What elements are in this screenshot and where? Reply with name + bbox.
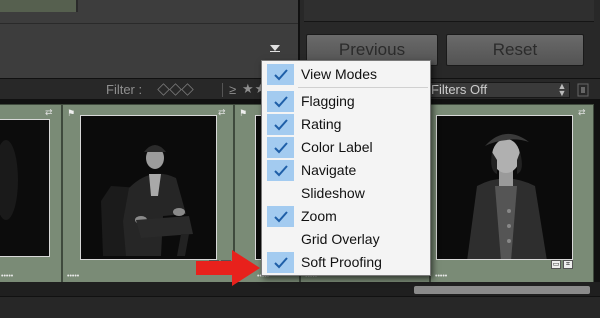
menu-item-label: Color Label <box>301 139 373 155</box>
menu-item-grid-overlay[interactable]: Grid Overlay <box>262 228 430 250</box>
flag-filter-icon[interactable] <box>157 83 170 96</box>
bottom-bar <box>0 296 600 318</box>
unflagged-filter-icon[interactable] <box>169 83 182 96</box>
checkmark-icon <box>267 114 294 135</box>
scrollbar-thumb[interactable] <box>414 286 590 294</box>
rejected-filter-icon[interactable] <box>181 83 194 96</box>
menu-item-label: Slideshow <box>301 185 365 201</box>
divider <box>0 23 298 24</box>
checkmark-icon <box>267 160 294 181</box>
photo-thumbnail[interactable] <box>80 115 217 260</box>
menu-item-label: Grid Overlay <box>301 231 380 247</box>
flag-filter-group[interactable] <box>157 82 194 97</box>
menu-item-soft-proofing[interactable]: Soft Proofing <box>262 251 430 273</box>
badge-group: ▭ ⌗ <box>551 260 573 269</box>
toolbar-area <box>0 0 298 78</box>
menu-item-label: Rating <box>301 116 342 132</box>
reset-button[interactable]: Reset <box>446 34 584 66</box>
flag-icon[interactable]: ⚑ <box>67 108 75 119</box>
photo-thumbnail[interactable] <box>0 119 50 257</box>
rotate-icon[interactable]: ⇄ <box>45 107 53 118</box>
checkmark-icon <box>267 137 294 158</box>
checkmark-icon <box>267 64 294 85</box>
menu-item-label: View Modes <box>301 66 378 82</box>
menu-item-label: Flagging <box>301 93 355 109</box>
menu-item-rating[interactable]: Rating <box>262 113 430 135</box>
collection-badge-icon: ▭ <box>551 260 561 269</box>
rating-dots[interactable]: ••••• <box>1 273 13 280</box>
updown-stepper-icon: ▲ ▼ <box>557 81 567 98</box>
rating-dots[interactable]: ••••• <box>435 273 447 280</box>
panel-header <box>304 0 594 22</box>
rating-operator[interactable]: ≥ <box>229 82 236 97</box>
checkmark-icon <box>267 206 294 227</box>
filter-lock-icon[interactable] <box>577 83 589 97</box>
menu-item-label: Soft Proofing <box>301 254 382 270</box>
image-preview-edge <box>0 0 78 12</box>
menu-item-view-modes[interactable]: View Modes <box>262 63 430 85</box>
menu-item-zoom[interactable]: Zoom <box>262 205 430 227</box>
menu-item-color-label[interactable]: Color Label <box>262 136 430 158</box>
filter-label: Filter : <box>106 82 143 97</box>
divider <box>222 83 223 97</box>
menu-divider <box>298 87 428 88</box>
photo-thumbnail[interactable] <box>436 115 573 260</box>
filmstrip-cell[interactable]: ⇄ ••••• <box>0 104 62 284</box>
menu-item-label: Navigate <box>301 162 357 178</box>
menu-item-flagging[interactable]: Flagging <box>262 90 430 112</box>
filter-preset-select[interactable]: Filters Off ▲ ▼ <box>427 82 570 98</box>
crop-badge-icon: ⌗ <box>563 260 573 269</box>
rating-dots[interactable]: ••••• <box>67 273 79 280</box>
toolbar-options-menu: View Modes Flagging Rating Color Label N… <box>261 60 431 276</box>
toolbar-options-button[interactable] <box>267 40 283 56</box>
menu-item-navigate[interactable]: Navigate <box>262 159 430 181</box>
menu-item-slideshow[interactable]: Slideshow <box>262 182 430 204</box>
flag-icon[interactable]: ⚑ <box>239 108 247 119</box>
red-arrow-icon <box>196 250 260 286</box>
rotate-icon[interactable]: ⇄ <box>578 107 586 118</box>
filmstrip-cell[interactable]: ⇄ ▭ ⌗ ••••• <box>430 104 594 284</box>
rotate-icon[interactable]: ⇄ <box>218 107 226 118</box>
checkmark-icon <box>267 252 294 273</box>
triangle-down-icon <box>270 44 280 52</box>
checkmark-icon <box>267 91 294 112</box>
filter-preset-value: Filters Off <box>431 82 488 97</box>
menu-item-label: Zoom <box>301 208 337 224</box>
